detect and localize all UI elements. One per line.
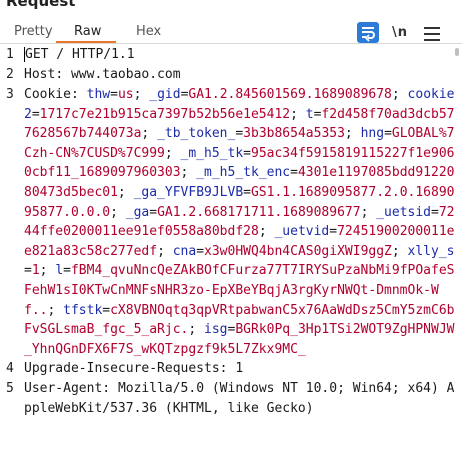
word-wrap-button[interactable] — [357, 22, 379, 43]
cookie-name: tfstk — [63, 302, 103, 318]
menu-icon[interactable] — [424, 23, 440, 43]
line-number: 3 — [6, 87, 14, 102]
header-value: www.taobao.com — [70, 67, 181, 82]
cookie-value: 1717c7e21b915ca7397b52b56e1e5412 — [39, 106, 291, 122]
cookie-name: _tb_token_ — [157, 126, 236, 142]
line-number: 2 — [6, 67, 14, 82]
cookie-name: isg — [204, 322, 228, 338]
cookie-name: _m_h5_tk — [180, 145, 244, 161]
request-line[interactable]: 2 Host: www.taobao.com — [0, 65, 462, 85]
request-line-content: GET / HTTP/1.1 — [24, 47, 135, 62]
cookie-name: thw — [86, 87, 111, 102]
cookie-name: xlly_s — [407, 243, 455, 259]
cookie-name: _gid — [149, 87, 181, 102]
header-name: User-Agent — [24, 381, 103, 397]
header-value: 1 — [235, 361, 244, 377]
header-line: User-Agent: Mozilla/5.0 (Windows NT 10.0… — [24, 381, 455, 416]
cookie-value: x3w0HWQ4bn4CAS0giXWI9ggZ — [204, 243, 392, 259]
request-line[interactable]: 3 Cookie: thw=us; _gid=GA1.2.845601569.16… — [0, 85, 462, 359]
cookie-name: l — [55, 263, 64, 279]
cookie-name: hng — [360, 126, 385, 142]
view-tabs: Pretty Raw Hex \n — [0, 22, 462, 44]
header-line: Host: www.taobao.com — [24, 67, 181, 82]
cookie-value: GA1.2.668171711.1689089677 — [157, 204, 361, 220]
cookie-name: cna — [172, 243, 197, 259]
header-line: Upgrade-Insecure-Requests: 1 — [24, 361, 244, 377]
cookie-name: t — [305, 106, 314, 122]
cookie-value: GA1.2.845601569.1689089678 — [188, 87, 392, 102]
line-number: 4 — [6, 361, 14, 377]
request-line[interactable]: 5 User-Agent: Mozilla/5.0 (Windows NT 10.… — [0, 379, 462, 418]
cookie-name: _ga_YFVFB9JLVB — [133, 184, 244, 200]
show-newlines-button[interactable]: \n — [392, 23, 408, 43]
tab-pretty[interactable]: Pretty — [14, 22, 53, 42]
cookie-value: 3b3b8654a5353 — [243, 126, 345, 142]
tab-raw[interactable]: Raw — [74, 22, 101, 42]
line-number: 5 — [6, 381, 14, 397]
header-name: Cookie — [24, 87, 71, 102]
cookie-value: 1 — [31, 263, 40, 279]
request-line[interactable]: 4 Upgrade-Insecure-Requests: 1 — [0, 359, 462, 379]
header-name: Upgrade-Insecure-Requests — [24, 361, 220, 377]
cookie-name: _uetsid — [376, 204, 432, 220]
cookie-name: _m_h5_tk_enc — [196, 165, 291, 181]
tab-hex[interactable]: Hex — [136, 22, 161, 42]
request-line[interactable]: 1 GET / HTTP/1.1 — [0, 45, 462, 65]
line-number: 1 — [6, 47, 14, 62]
cookie-name: _ga — [125, 204, 150, 220]
cookie-name: _uetvid — [274, 224, 330, 240]
cookie-value: us — [117, 87, 134, 102]
header-name: Host — [24, 67, 56, 82]
request-editor[interactable]: 1 GET / HTTP/1.1 2 Host: www.taobao.com 3 Coo… — [0, 45, 462, 419]
tabs-divider — [0, 43, 462, 44]
header-line: Cookie: thw=us; _gid=GA1.2.845601569.168… — [24, 87, 455, 357]
wrap-lines-icon — [362, 27, 375, 42]
request-line-text: GET / HTTP/1.1 — [24, 45, 462, 65]
panel-title: Request — [6, 0, 76, 10]
